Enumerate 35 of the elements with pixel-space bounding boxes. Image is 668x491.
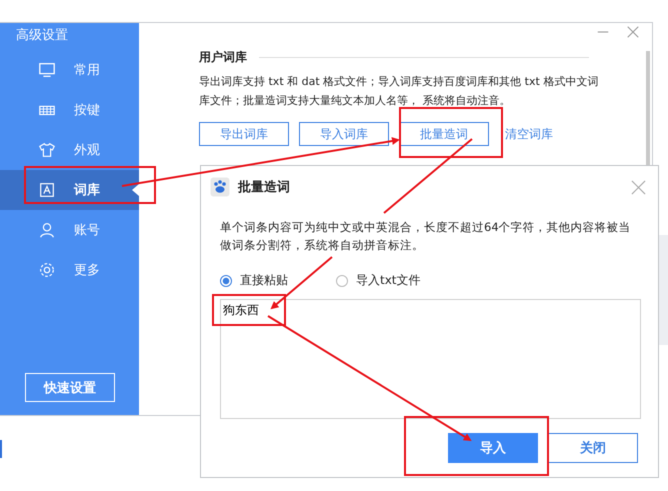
dictionary-button[interactable]: 导入词库 [299, 122, 389, 146]
radio-option[interactable]: 导入txt文件 [336, 272, 421, 289]
radio-button[interactable] [336, 274, 348, 286]
import-button[interactable]: 导入 [448, 433, 538, 463]
input-field[interactable]: 狗东西 [220, 299, 641, 419]
monitor-icon [38, 61, 56, 79]
shirt-icon [38, 141, 56, 159]
dictionary-button[interactable]: 批量造词 [399, 122, 489, 146]
section-description: 导出词库支持 txt 和 dat 格式文件；导入词库支持百度词库和其他 txt 格式中文词库文件；批量造词支持大量纯文本加人名等， 系统将自动注音。 [199, 74, 600, 109]
window-title: 高级设置 [15, 27, 69, 45]
radio-label: 导入txt文件 [356, 272, 421, 289]
close-icon[interactable] [631, 180, 646, 194]
sidebar-item[interactable]: 外观 [0, 130, 139, 170]
person-icon [38, 221, 56, 239]
letter-icon [38, 181, 56, 199]
settings-icon [38, 261, 56, 279]
sidebar-item[interactable]: 词库 [0, 170, 139, 210]
quick-settings-button[interactable]: 快速设置 [25, 373, 115, 402]
sidebar-item[interactable]: 常用 [0, 50, 139, 90]
paw-icon [210, 177, 230, 197]
close-button[interactable]: 关闭 [548, 433, 638, 463]
dialog-title: 批量造词 [238, 179, 291, 196]
sidebar-item[interactable]: 按键 [0, 90, 139, 130]
clear-dictionary-link[interactable]: 清空词库 [505, 126, 553, 142]
radio-label: 直接粘贴 [240, 272, 288, 289]
sidebar-item[interactable]: 账号 [0, 210, 139, 250]
section-title: 用户词库 [199, 49, 247, 66]
dialog-description: 单个词条内容可为纯中文或中英混合，长度不超过64个字符，其他内容将被当做词条分割符，系统将自动拼音标注。 [220, 219, 632, 254]
sidebar-item[interactable]: 更多 [0, 250, 139, 290]
radio-button[interactable] [220, 274, 232, 286]
selection-pointer [132, 184, 139, 196]
radio-option[interactable]: 直接粘贴 [220, 272, 288, 289]
dictionary-button[interactable]: 导出词库 [199, 122, 289, 146]
close-icon[interactable] [626, 25, 640, 39]
background-marker [0, 440, 2, 458]
